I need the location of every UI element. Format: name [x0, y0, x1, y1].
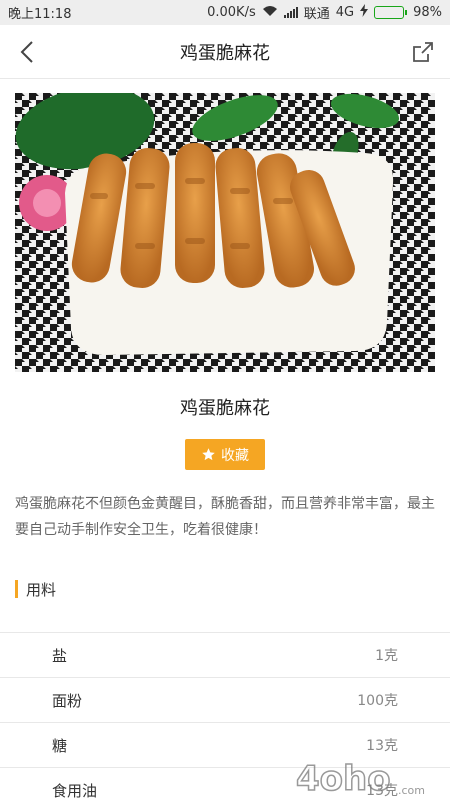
svg-text:.com: .com [398, 784, 425, 797]
recipe-title: 鸡蛋脆麻花 [0, 394, 450, 420]
ingredient-name: 面粉 [52, 690, 82, 711]
ingredient-name: 食用油 [52, 780, 97, 801]
ingredients-header: 用料 [15, 578, 56, 600]
battery-icon [374, 6, 407, 19]
ingredient-row: 面粉 100克 [0, 677, 450, 722]
back-button[interactable] [12, 37, 42, 67]
star-icon [201, 447, 216, 462]
ingredient-name: 糖 [52, 735, 67, 756]
recipe-description: 鸡蛋脆麻花不但颜色金黄醒目，酥脆香甜，而且营养非常丰富，最主要自己动手制作安全卫… [15, 491, 435, 543]
signal-icon [284, 7, 298, 18]
status-indicators: 0.00K/s 联通 4G 98% [207, 3, 442, 22]
status-time: 晚上11:18 [8, 3, 71, 22]
battery-percent: 98% [413, 5, 442, 20]
status-bar: 晚上11:18 0.00K/s 联通 4G 98% [0, 0, 450, 25]
ingredient-amount: 13克 [366, 735, 398, 755]
charging-icon [360, 4, 368, 21]
watermark-logo: 4oho .com [294, 758, 444, 798]
favorite-label: 收藏 [221, 445, 249, 465]
svg-text:4oho: 4oho [296, 759, 391, 798]
chevron-left-icon [19, 40, 35, 64]
carrier-name: 联通 [304, 3, 330, 22]
wifi-icon [262, 5, 278, 21]
share-button[interactable] [408, 37, 438, 67]
section-accent-bar [15, 580, 18, 598]
ingredient-amount: 100克 [357, 690, 398, 710]
page-title: 鸡蛋脆麻花 [180, 39, 270, 65]
nav-bar: 鸡蛋脆麻花 [0, 25, 450, 79]
recipe-photo [15, 93, 435, 372]
favorite-button[interactable]: 收藏 [185, 439, 265, 470]
share-icon [411, 40, 435, 64]
network-type: 4G [336, 5, 354, 20]
ingredients-label: 用料 [26, 579, 56, 600]
ingredient-amount: 1克 [375, 645, 398, 665]
ingredient-row: 盐 1克 [0, 632, 450, 677]
net-speed: 0.00K/s [207, 5, 256, 20]
ingredient-name: 盐 [52, 645, 67, 666]
